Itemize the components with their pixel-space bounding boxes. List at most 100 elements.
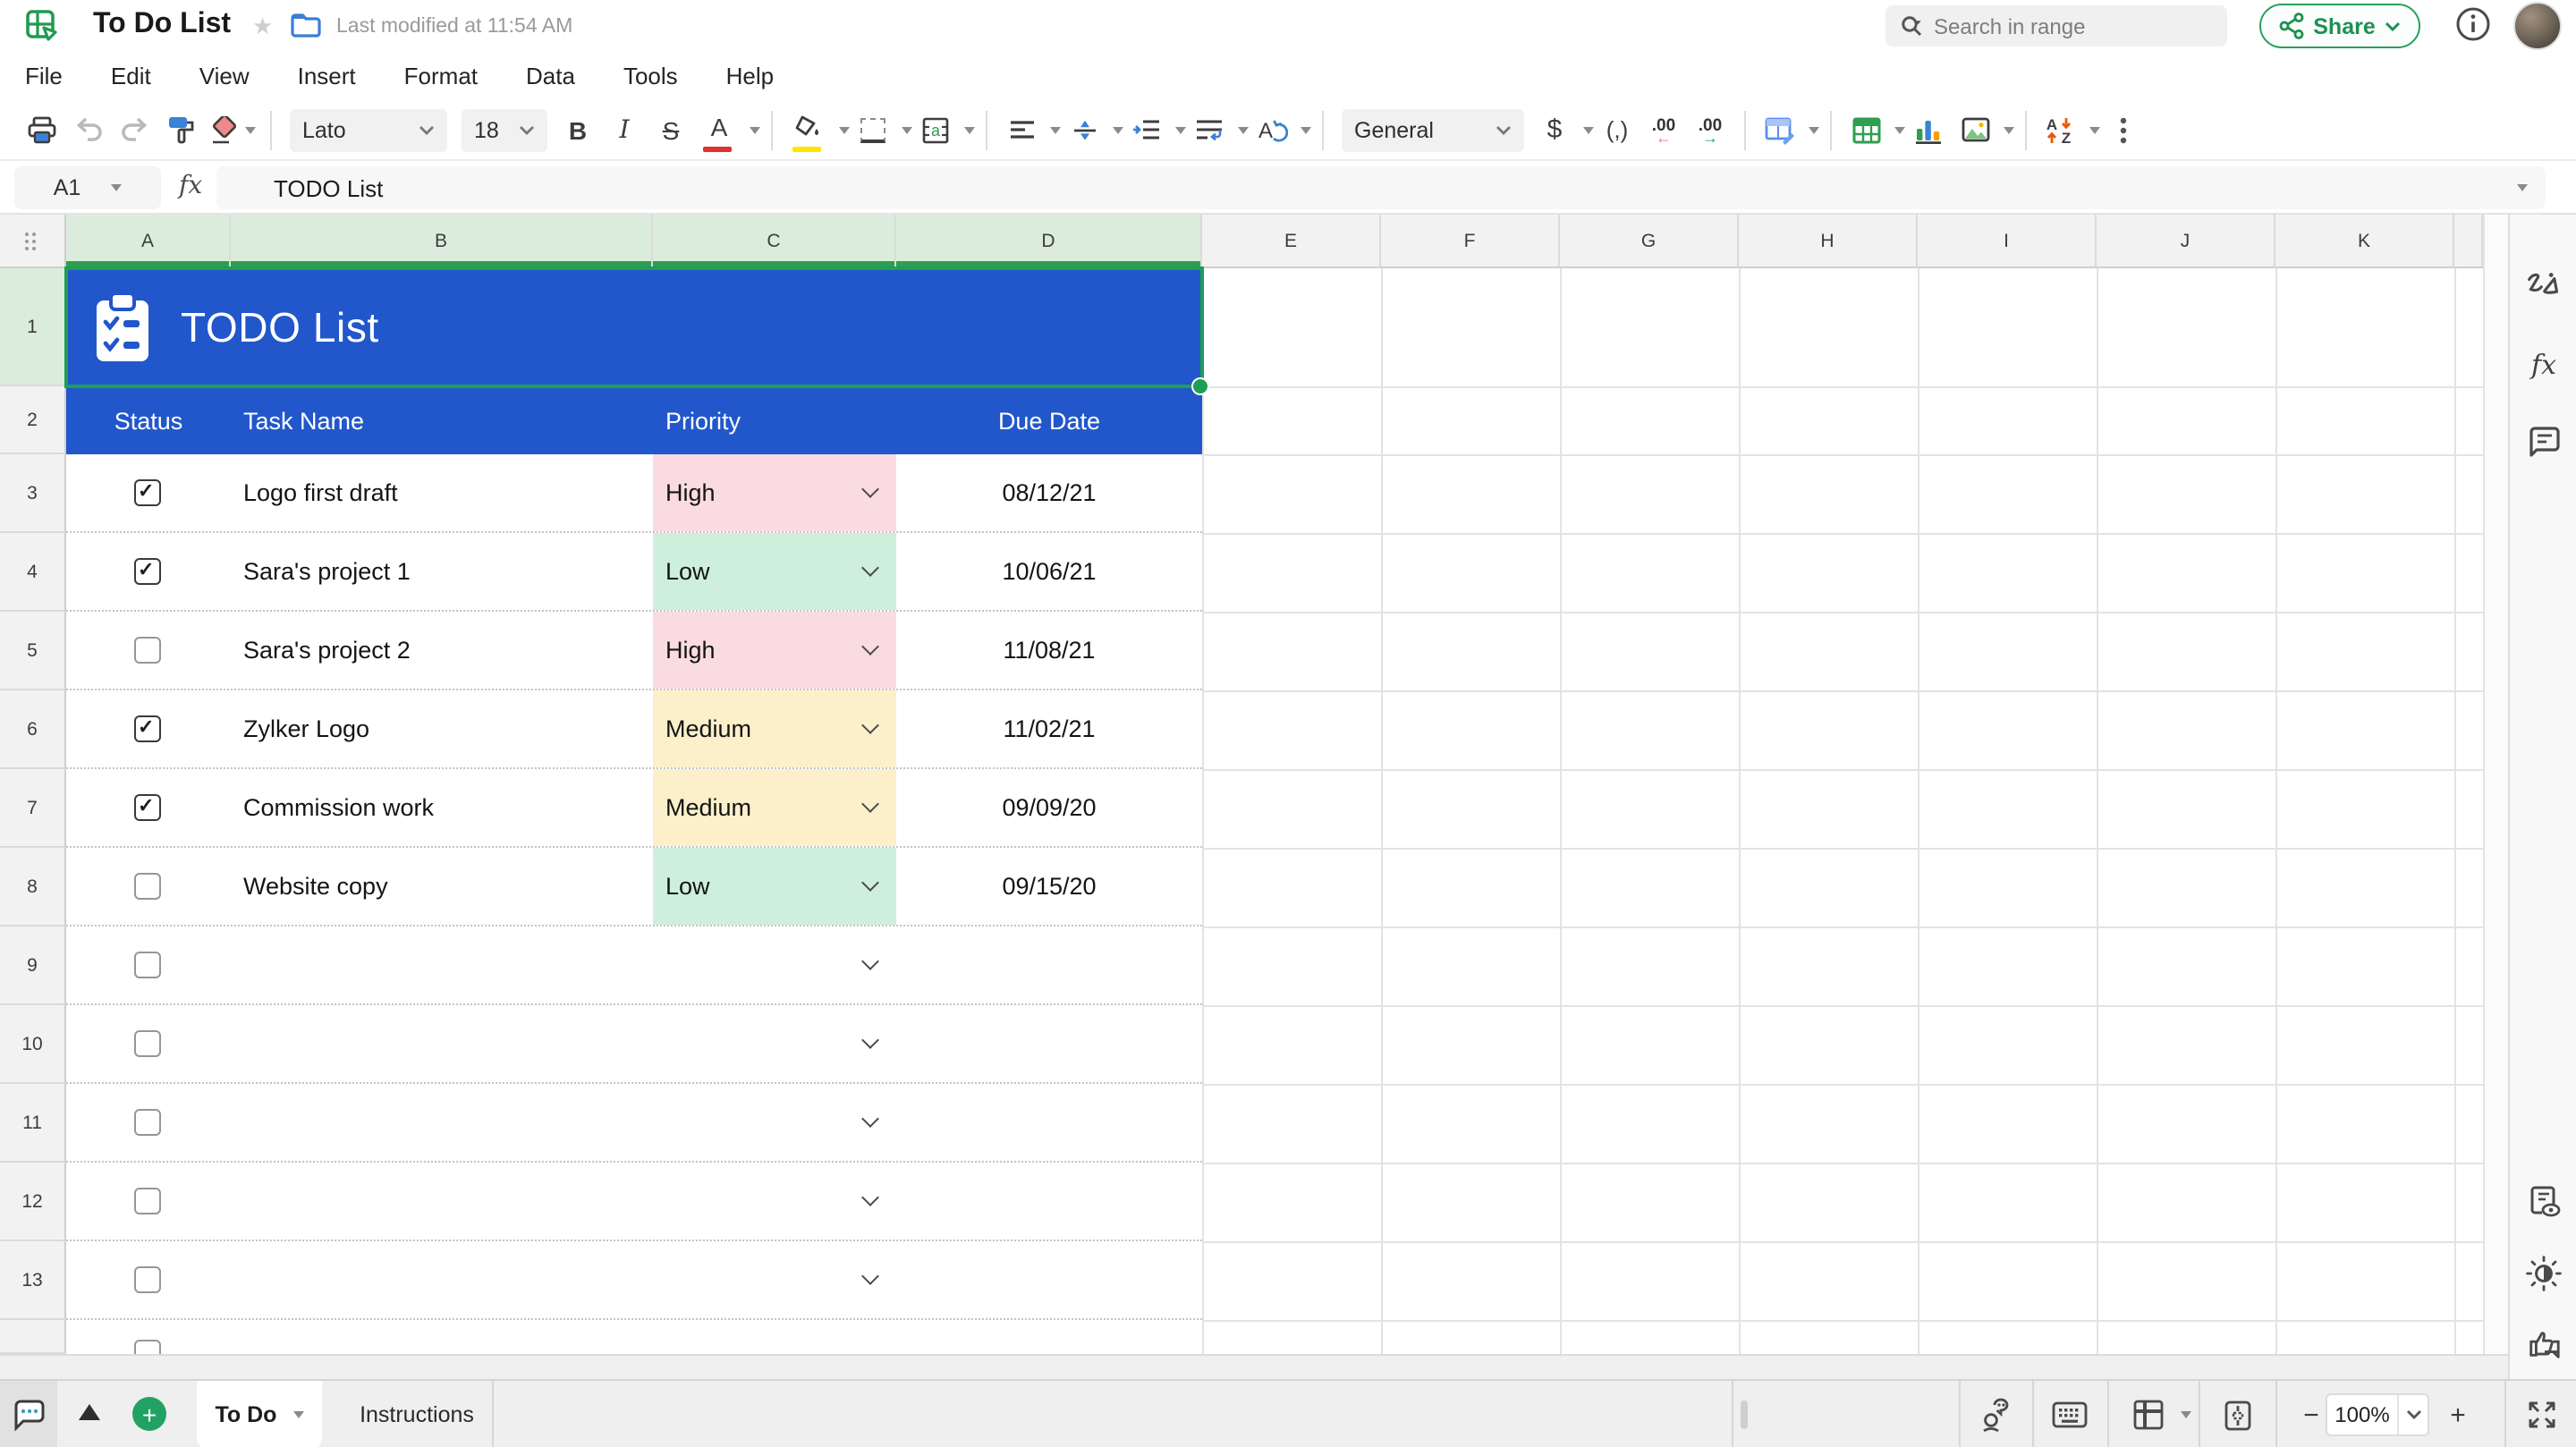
image-dropdown-icon[interactable] bbox=[2004, 126, 2014, 133]
document-title[interactable]: To Do List bbox=[93, 9, 231, 41]
status-checkbox[interactable] bbox=[134, 952, 161, 978]
due-date-cell[interactable]: 08/12/21 bbox=[896, 454, 1202, 531]
row-header-6[interactable]: 6 bbox=[0, 690, 66, 769]
bold-button[interactable]: B bbox=[558, 106, 597, 153]
redo-button[interactable] bbox=[114, 106, 154, 153]
fill-color-dropdown-icon[interactable] bbox=[839, 126, 850, 133]
column-header-c[interactable]: C bbox=[653, 215, 896, 268]
status-checkbox[interactable] bbox=[134, 558, 161, 585]
search-in-range-input[interactable]: Search in range bbox=[1885, 5, 2227, 47]
italic-button[interactable]: I bbox=[605, 106, 644, 153]
column-header-j[interactable]: J bbox=[2097, 215, 2275, 268]
task-cell[interactable]: Sara's project 1 bbox=[243, 533, 411, 610]
header-task-name[interactable]: Task Name bbox=[243, 386, 364, 454]
formula-input[interactable]: TODO List bbox=[216, 166, 2546, 209]
table-row[interactable] bbox=[66, 1163, 1202, 1241]
conditional-format-dropdown-icon[interactable] bbox=[1809, 126, 1819, 133]
wrap-text-button[interactable] bbox=[1190, 106, 1229, 153]
zoho-sheet-logo-icon[interactable] bbox=[25, 9, 59, 43]
task-cell[interactable]: Zylker Logo bbox=[243, 690, 369, 767]
increase-decimal-button[interactable]: .00 → bbox=[1690, 106, 1730, 153]
merge-cells-button[interactable]: a bbox=[916, 106, 955, 153]
table-row[interactable]: Sara's project 1 Low 10/06/21 bbox=[66, 533, 1202, 612]
zoom-level-select[interactable]: 100% bbox=[2326, 1393, 2429, 1436]
freeze-dropdown-icon[interactable] bbox=[2181, 1411, 2191, 1418]
due-date-cell[interactable]: 10/06/21 bbox=[896, 533, 1202, 610]
collaborators-button[interactable] bbox=[1979, 1397, 2014, 1433]
menu-file[interactable]: File bbox=[25, 63, 63, 89]
table-row[interactable] bbox=[66, 1084, 1202, 1163]
currency-dropdown-icon[interactable] bbox=[1583, 126, 1594, 133]
menu-tools[interactable]: Tools bbox=[623, 63, 678, 89]
priority-cell[interactable]: High bbox=[653, 454, 896, 531]
priority-cell[interactable]: Low bbox=[653, 533, 896, 610]
table-row[interactable]: Logo first draft High 08/12/21 bbox=[66, 454, 1202, 533]
table-row[interactable]: Website copy Low 09/15/20 bbox=[66, 848, 1202, 927]
row-header-1[interactable]: 1 bbox=[0, 268, 66, 386]
task-cell[interactable]: Sara's project 2 bbox=[243, 612, 411, 689]
due-date-cell[interactable] bbox=[896, 1241, 1202, 1318]
indent-dropdown-icon[interactable] bbox=[1175, 126, 1186, 133]
menu-help[interactable]: Help bbox=[726, 63, 775, 89]
folder-icon[interactable] bbox=[290, 11, 322, 39]
table-row[interactable] bbox=[66, 927, 1202, 1005]
table-header-row[interactable]: Status Task Name Priority Due Date bbox=[66, 386, 1202, 454]
column-header-f[interactable]: F bbox=[1381, 215, 1560, 268]
column-header-k[interactable]: K bbox=[2275, 215, 2454, 268]
due-date-cell[interactable] bbox=[896, 1163, 1202, 1240]
priority-dropdown-icon[interactable] bbox=[861, 1030, 879, 1048]
borders-dropdown-icon[interactable] bbox=[902, 126, 912, 133]
undo-button[interactable] bbox=[68, 106, 107, 153]
text-color-dropdown-icon[interactable] bbox=[750, 126, 760, 133]
column-header-i[interactable]: I bbox=[1918, 215, 2097, 268]
name-box-dropdown-icon[interactable] bbox=[111, 184, 122, 191]
strikethrough-button[interactable]: S bbox=[651, 106, 691, 153]
insert-chart-button[interactable] bbox=[1909, 106, 1948, 153]
menu-data[interactable]: Data bbox=[526, 63, 575, 89]
paint-format-button[interactable] bbox=[161, 106, 200, 153]
clear-format-dropdown-icon[interactable] bbox=[245, 126, 256, 133]
row-header-14-partial[interactable] bbox=[0, 1320, 66, 1354]
cell-a1-banner[interactable]: TODO List bbox=[66, 268, 1202, 386]
column-header-partial[interactable] bbox=[2454, 215, 2483, 268]
sheet-tab-dropdown-icon[interactable] bbox=[292, 1411, 303, 1418]
column-header-d[interactable]: D bbox=[896, 215, 1202, 268]
sort-button[interactable]: A Z bbox=[2041, 106, 2080, 153]
priority-dropdown-icon[interactable] bbox=[861, 873, 879, 891]
user-avatar[interactable] bbox=[2513, 2, 2562, 50]
priority-dropdown-icon[interactable] bbox=[861, 637, 879, 655]
insert-table-button[interactable] bbox=[1846, 106, 1885, 153]
status-checkbox[interactable] bbox=[134, 715, 161, 742]
clear-format-button[interactable] bbox=[208, 106, 256, 153]
menu-format[interactable]: Format bbox=[404, 63, 478, 89]
due-date-cell[interactable] bbox=[896, 1005, 1202, 1082]
zoom-chevron[interactable] bbox=[2399, 1409, 2428, 1420]
table-row[interactable] bbox=[66, 1241, 1202, 1320]
zoom-in-button[interactable]: + bbox=[2440, 1397, 2476, 1433]
status-checkbox[interactable] bbox=[134, 794, 161, 821]
insert-image-button[interactable] bbox=[1955, 106, 1995, 153]
status-checkbox[interactable] bbox=[134, 1340, 161, 1354]
horizontal-align-button[interactable] bbox=[1002, 106, 1041, 153]
status-checkbox[interactable] bbox=[134, 873, 161, 900]
chat-panel-button[interactable] bbox=[0, 1381, 57, 1447]
priority-cell[interactable] bbox=[653, 1241, 896, 1318]
due-date-cell[interactable]: 09/09/20 bbox=[896, 769, 1202, 846]
info-icon[interactable] bbox=[2454, 5, 2492, 43]
status-checkbox[interactable] bbox=[134, 1030, 161, 1057]
row-header-4[interactable]: 4 bbox=[0, 533, 66, 612]
column-header-g[interactable]: G bbox=[1560, 215, 1739, 268]
priority-cell[interactable]: High bbox=[653, 612, 896, 689]
comma-format-button[interactable]: (,) bbox=[1597, 106, 1637, 153]
selection-fill-handle[interactable] bbox=[1191, 377, 1209, 395]
priority-dropdown-icon[interactable] bbox=[861, 1266, 879, 1284]
priority-cell[interactable] bbox=[653, 1084, 896, 1161]
table-dropdown-icon[interactable] bbox=[1894, 126, 1905, 133]
vertical-align-button[interactable] bbox=[1064, 106, 1104, 153]
priority-cell[interactable]: Medium bbox=[653, 769, 896, 846]
name-box[interactable]: A1 bbox=[14, 166, 161, 209]
status-checkbox[interactable] bbox=[134, 1266, 161, 1293]
task-cell[interactable]: Website copy bbox=[243, 848, 388, 925]
fill-color-button[interactable] bbox=[787, 106, 830, 153]
feedback-button[interactable] bbox=[2526, 1325, 2562, 1361]
